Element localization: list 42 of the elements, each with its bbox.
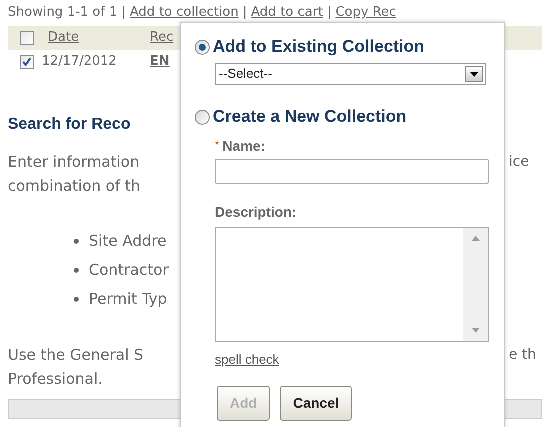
bullet-icon xyxy=(74,297,79,302)
list-item: Site Addre xyxy=(89,231,167,252)
name-field[interactable] xyxy=(215,159,489,184)
paragraph-text: e th xyxy=(509,346,536,364)
option-label: Create a New Collection xyxy=(213,106,407,128)
checkbox[interactable] xyxy=(20,31,34,45)
spell-check-link[interactable]: spell check xyxy=(215,350,280,370)
required-mark: * xyxy=(215,137,220,154)
paragraph-text: Use the General S xyxy=(8,346,144,364)
section-title: Search for Reco xyxy=(8,115,131,135)
paragraph-text: Enter information xyxy=(8,152,140,171)
toolbar-link[interactable]: Add to collection xyxy=(130,3,239,23)
field-label: Name: xyxy=(222,136,266,156)
toolbar-link[interactable]: Copy Rec xyxy=(336,3,396,23)
scroll-up-icon[interactable] xyxy=(472,236,480,241)
list-item: Contractor xyxy=(89,260,169,282)
cancel-button[interactable]: Cancel xyxy=(280,386,352,420)
bullet-icon xyxy=(74,268,79,273)
column-header[interactable]: Rec xyxy=(150,28,174,48)
paragraph-text: combination of th xyxy=(8,176,141,195)
field-label: Description: xyxy=(215,203,297,222)
collection-select[interactable]: --Select-- xyxy=(215,63,486,85)
results-summary: Showing 1-1 of 1 xyxy=(8,4,118,22)
table-cell-text: 12/17/2012 xyxy=(42,53,118,72)
description-field[interactable] xyxy=(215,227,489,342)
radio-button[interactable] xyxy=(195,40,210,54)
paragraph-text: Professional. xyxy=(8,370,103,388)
separator: | xyxy=(327,4,332,22)
toolbar-link[interactable]: Add to cart xyxy=(251,3,324,23)
scrollbar[interactable] xyxy=(463,228,488,341)
separator: | xyxy=(122,4,126,22)
checkbox[interactable] xyxy=(20,55,34,69)
check-icon xyxy=(22,57,32,67)
list-item: Permit Typ xyxy=(89,289,168,310)
separator: | xyxy=(242,4,248,22)
scroll-down-icon[interactable] xyxy=(472,328,480,333)
column-header[interactable]: Date xyxy=(48,28,150,48)
radio-button[interactable] xyxy=(195,110,210,124)
paragraph-text: ice xyxy=(509,152,530,172)
record-link[interactable]: EN xyxy=(150,52,170,72)
bullet-icon xyxy=(74,239,79,244)
option-label: Add to Existing Collection xyxy=(213,36,425,58)
